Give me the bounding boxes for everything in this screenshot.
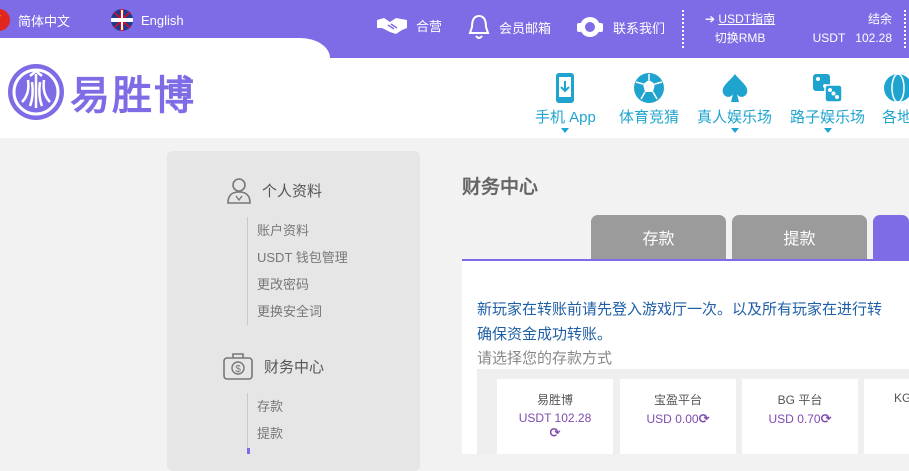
nav-sports[interactable]: 体育竞猜 xyxy=(619,70,679,127)
sidebar-item-usdt-wallet[interactable]: USDT 钱包管理 xyxy=(257,244,348,271)
platform-amount: 0.70 xyxy=(797,412,821,426)
notice-line-2: 确保资金成功转账。 xyxy=(477,326,613,343)
chevron-down-icon xyxy=(561,128,570,133)
nav-label-slots: 路子娱乐场 xyxy=(790,109,866,126)
platform-name: BG 平台 xyxy=(777,393,823,407)
sidebar-item-deposit[interactable]: 存款 xyxy=(257,393,283,420)
uk-flag-icon xyxy=(111,9,133,31)
sidebar-section-personal[interactable]: 个人资料 xyxy=(226,176,322,204)
sidebar-finance-list: 存款 提款 xyxy=(247,393,283,454)
platform-currency: USD xyxy=(646,412,672,426)
refresh-icon[interactable]: ⟳ xyxy=(821,411,832,427)
page-title: 财务中心 xyxy=(462,177,539,198)
logo-text: 易胜博 xyxy=(70,74,196,118)
platform-card-kg[interactable]: KG xyxy=(864,379,909,454)
platform-card-baoying[interactable]: 宝盈平台 USD 0.00⟳ xyxy=(620,379,736,454)
refresh-icon[interactable]: ⟳ xyxy=(699,411,710,427)
platform-currency: USD xyxy=(768,412,794,426)
usdt-guide[interactable]: ➔ USDT指南 切换RMB xyxy=(705,10,775,48)
sidebar-item-account-info[interactable]: 账户资料 xyxy=(257,217,348,244)
tab-deposit-label: 存款 xyxy=(642,231,675,248)
contact-label: 联系我们 xyxy=(613,20,666,36)
sidebar-active-indicator xyxy=(247,448,250,454)
usdt-guide-link[interactable]: USDT指南 xyxy=(718,12,775,26)
nav-label-live-casino: 真人娱乐场 xyxy=(697,109,773,126)
divider xyxy=(682,10,684,48)
globe-icon xyxy=(884,73,909,103)
platform-name: 宝盈平台 xyxy=(653,393,702,407)
site-logo[interactable]: 易胜博 xyxy=(8,63,196,121)
handshake-icon xyxy=(377,18,407,34)
soccer-ball-icon xyxy=(634,73,664,103)
nav-label-sports: 体育竞猜 xyxy=(619,109,680,126)
platform-card-bg[interactable]: BG 平台 USD 0.70⟳ xyxy=(742,379,858,454)
platform-amount: 102.28 xyxy=(554,411,592,425)
chevron-down-icon xyxy=(730,128,739,133)
nav-live-casino[interactable]: 真人娱乐场 xyxy=(697,70,772,133)
tab-withdraw[interactable]: 提款 xyxy=(732,215,867,259)
platform-amount: 0.00 xyxy=(675,412,699,426)
mail-label: 会员邮箱 xyxy=(499,20,552,36)
lang-english-label: English xyxy=(141,12,184,28)
balance-value: 102.28 xyxy=(855,31,892,45)
spade-icon xyxy=(722,74,747,102)
sidebar-section-finance[interactable]: $ 财务中心 xyxy=(222,352,324,380)
mail-link[interactable]: 会员邮箱 xyxy=(467,13,551,41)
platform-card-ysb[interactable]: 易胜博 USDT 102.28 ⟳ xyxy=(497,379,613,454)
balance-label: 结余 xyxy=(867,12,892,26)
divider-3 xyxy=(904,10,906,48)
sidebar-item-change-security-word[interactable]: 更换安全词 xyxy=(257,298,348,325)
arrow-right-icon: ➔ xyxy=(705,12,716,26)
partner-link[interactable]: 合营 xyxy=(376,14,442,36)
logo-emblem-icon xyxy=(8,64,64,120)
notice-line-1: 新玩家在转账前请先登入游戏厅一次。以及所有玩家在进行转 xyxy=(477,301,883,318)
balance-currency: USDT xyxy=(812,31,846,45)
nav-label-regional: 各地 xyxy=(882,109,909,126)
refresh-icon[interactable]: ⟳ xyxy=(550,425,561,441)
top-bar-notch xyxy=(0,38,330,58)
nav-regional[interactable]: 各地 xyxy=(882,70,909,127)
switch-rmb-link[interactable]: 切换RMB xyxy=(705,29,775,48)
contact-link[interactable]: 联系我们 xyxy=(575,13,665,41)
lang-chinese[interactable]: 简体中文 xyxy=(0,9,70,31)
lang-chinese-label: 简体中文 xyxy=(18,13,71,29)
platform-name: KG xyxy=(894,391,909,405)
platform-currency: USDT xyxy=(518,411,552,425)
nav-label-mobile-app: 手机 App xyxy=(535,109,596,126)
sidebar-item-withdraw[interactable]: 提款 xyxy=(257,420,283,447)
phone-app-icon xyxy=(556,73,575,103)
money-bag-icon: $ xyxy=(223,353,253,380)
chevron-down-icon xyxy=(823,128,832,133)
lang-english[interactable]: English xyxy=(111,9,184,31)
dice-icon xyxy=(812,74,843,103)
tab-transfer[interactable] xyxy=(873,215,909,259)
tab-deposit[interactable]: 存款 xyxy=(591,215,726,259)
nav-mobile-app[interactable]: 手机 App xyxy=(535,70,596,133)
partner-label: 合营 xyxy=(416,18,443,34)
china-flag-icon xyxy=(0,9,10,31)
bell-icon xyxy=(468,14,490,39)
transfer-notice: 新玩家在转账前请先登入游戏厅一次。以及所有玩家在进行转 确保资金成功转账。 xyxy=(477,297,882,347)
sidebar-section-personal-label: 个人资料 xyxy=(262,182,323,200)
tab-withdraw-label: 提款 xyxy=(783,231,816,248)
svg-text:$: $ xyxy=(235,364,241,375)
balance-box: 结余 USDT 102.28 xyxy=(808,10,892,48)
nav-slots[interactable]: 路子娱乐场 xyxy=(790,70,865,133)
sidebar-item-change-password[interactable]: 更改密码 xyxy=(257,271,348,298)
platform-name: 易胜博 xyxy=(536,393,573,407)
sidebar-section-finance-label: 财务中心 xyxy=(264,358,325,376)
sidebar-personal-list: 账户资料 USDT 钱包管理 更改密码 更换安全词 xyxy=(247,217,348,325)
user-profile-icon xyxy=(227,178,251,204)
headset-icon xyxy=(577,17,603,37)
choose-method-label: 请选择您的存款方式 xyxy=(477,350,613,367)
